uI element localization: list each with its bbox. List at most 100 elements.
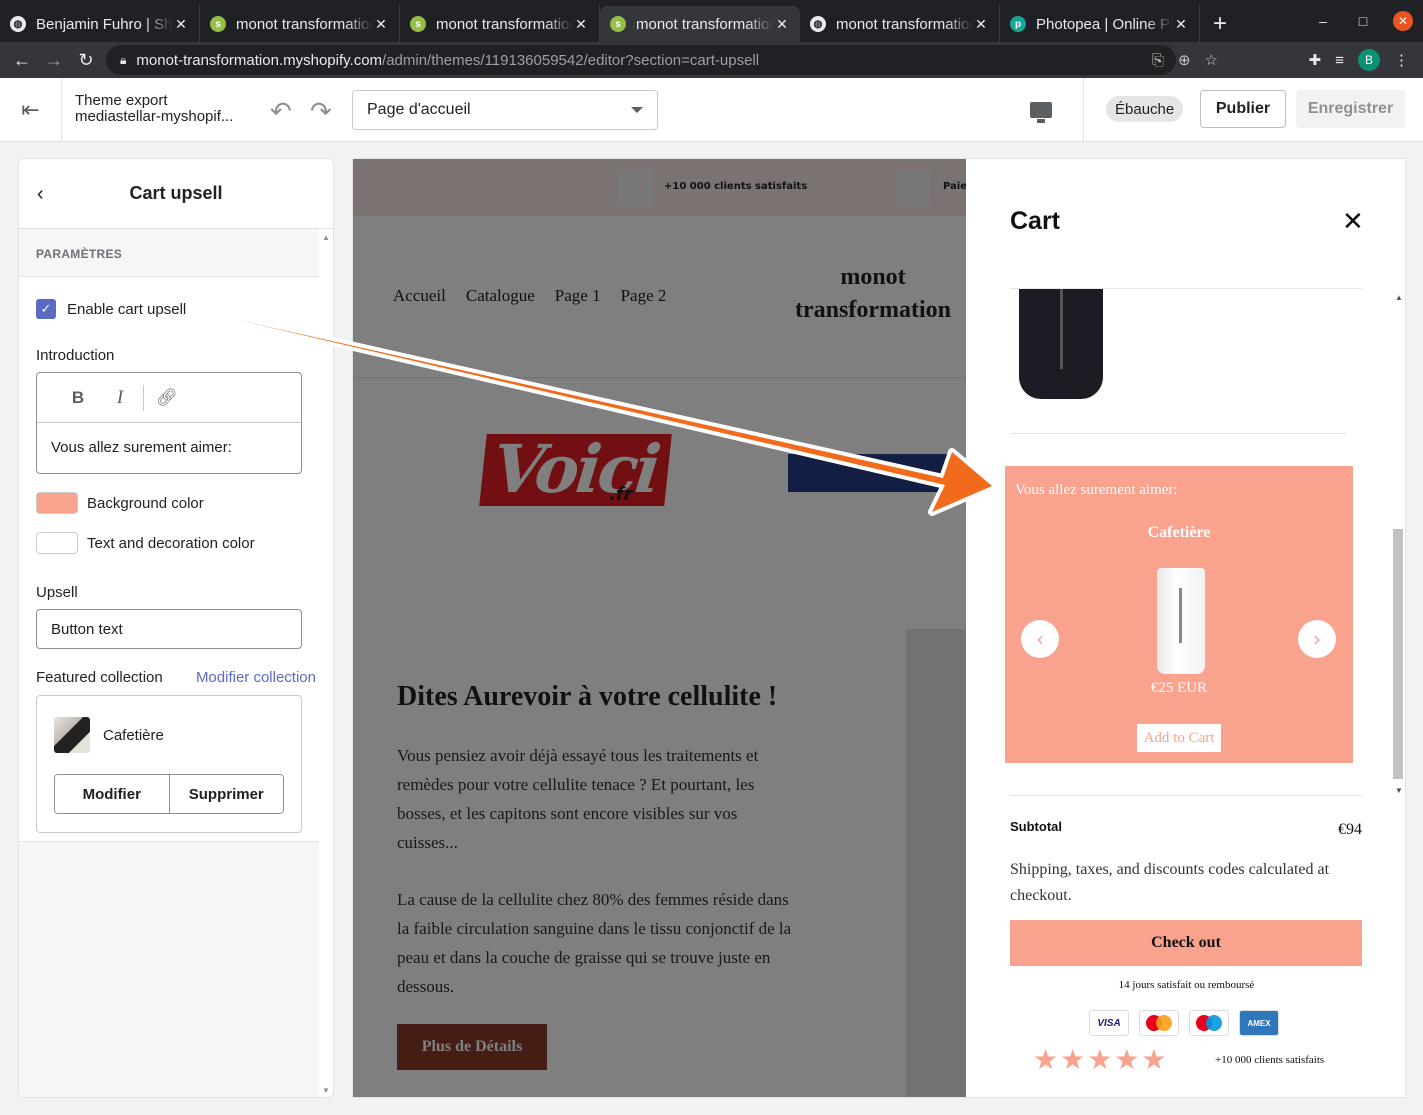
url-path: /admin/themes/119136059542/editor?sectio… (382, 51, 760, 69)
satisfied-customers: +10 000 clients satisfaits (1215, 1054, 1325, 1066)
reading-list-icon[interactable]: ≡ (1335, 52, 1344, 69)
text-color-setting[interactable]: Text and decoration color (36, 532, 316, 554)
background-color-swatch[interactable] (36, 492, 78, 514)
cart-item-image (1019, 289, 1103, 399)
translate-icon[interactable]: ⎘ (1152, 52, 1164, 69)
profile-avatar[interactable]: B (1358, 49, 1380, 71)
tab-title: Benjamin Fuhro | Shopify (36, 15, 173, 33)
zoom-icon[interactable]: ⊕ (1178, 51, 1191, 69)
browser-tab[interactable]: s monot transformation ✕ (400, 6, 600, 42)
checkmark-icon[interactable]: ✓ (36, 299, 56, 319)
minimize-icon[interactable]: – (1303, 13, 1343, 29)
tab-title: monot transformation (836, 15, 973, 33)
browser-tab[interactable]: s monot transformation ✕ (200, 6, 400, 42)
divider (143, 384, 144, 411)
collection-actions: Modifier Supprimer (54, 774, 284, 814)
close-tab-icon[interactable]: ✕ (1173, 16, 1189, 33)
scroll-up-icon[interactable]: ▲ (322, 233, 330, 242)
divider (1083, 78, 1084, 141)
background-color-setting[interactable]: Background color (36, 492, 316, 514)
add-to-cart-button[interactable]: Add to Cart (1137, 724, 1221, 752)
window-close-icon[interactable]: ✕ (1393, 11, 1413, 31)
upsell-intro: Vous allez surement aimer: (1015, 482, 1178, 498)
rte-toolbar: B I 🔗︎ (37, 373, 301, 423)
checkout-button[interactable]: Check out (1010, 920, 1362, 966)
editor-topbar: ⇤ Theme export mediastellar-myshopif... … (0, 78, 1423, 142)
introduction-text[interactable]: Vous allez surement aimer: (37, 423, 301, 472)
payment-icons: VISA AMEX (1089, 1010, 1279, 1036)
reload-icon[interactable]: ↻ (70, 50, 102, 71)
modify-collection-link[interactable]: Modifier collection (196, 669, 316, 686)
chevron-right-icon[interactable]: › (1298, 620, 1336, 658)
back-icon[interactable]: ← (6, 50, 38, 71)
sidebar-scrollbar[interactable]: ▲ ▼ (319, 229, 333, 1097)
page-select-value: Page d'accueil (367, 101, 471, 118)
upsell-label: Upsell (36, 584, 78, 601)
window-controls: – □ ✕ (1303, 0, 1423, 42)
page-select[interactable]: Page d'accueil (352, 90, 658, 130)
undo-icon[interactable]: ↶ (270, 96, 292, 127)
exit-editor-button[interactable]: ⇤ (0, 78, 62, 141)
menu-icon[interactable]: ⋮ (1394, 51, 1409, 69)
close-tab-icon[interactable]: ✕ (173, 16, 189, 33)
browser-tab[interactable]: p Photopea | Online Photo Editor ✕ (1000, 6, 1200, 42)
introduction-editor[interactable]: B I 🔗︎ Vous allez surement aimer: (36, 372, 302, 474)
close-tab-icon[interactable]: ✕ (573, 16, 589, 33)
enable-cart-upsell-checkbox[interactable]: ✓ Enable cart upsell (36, 299, 316, 319)
visa-icon: VISA (1089, 1010, 1129, 1036)
shopify-icon: s (210, 16, 226, 32)
upsell-product-image[interactable] (1157, 568, 1205, 674)
guarantee-text: 14 jours satisfait ou remboursé (1118, 979, 1255, 991)
publish-button[interactable]: Publier (1200, 90, 1286, 128)
modify-button[interactable]: Modifier (55, 775, 169, 813)
globe-icon: ◍ (810, 16, 826, 32)
text-color-label: Text and decoration color (87, 534, 255, 552)
save-button[interactable]: Enregistrer (1296, 90, 1405, 128)
close-tab-icon[interactable]: ✕ (774, 16, 790, 33)
cart-title: Cart (1010, 207, 1061, 235)
cart-scrollbar[interactable]: ▲ ▼ (1391, 289, 1405, 799)
exit-icon: ⇤ (21, 96, 40, 122)
bookmark-star-icon[interactable]: ☆ (1205, 51, 1218, 69)
scroll-down-icon[interactable]: ▼ (1395, 786, 1403, 795)
text-color-swatch[interactable] (36, 532, 78, 554)
bold-button[interactable]: B (57, 388, 99, 408)
caret-down-icon (631, 107, 643, 113)
photopea-icon: p (1010, 16, 1026, 32)
collection-item: Cafetière (54, 696, 284, 774)
storefront-page: +10 000 clients satisfaits Paie Accueil … (353, 159, 967, 1097)
rating-stars-icon: ★★★★★ (1033, 1043, 1169, 1076)
cart-overlay[interactable] (353, 159, 966, 1097)
browser-tab[interactable]: ◍ Benjamin Fuhro | Shopify ✕ (0, 6, 200, 42)
background-color-label: Background color (87, 494, 204, 512)
browser-toolbar: ← → ↻ 🔒︎ monot-transformation.myshopify.… (0, 42, 1423, 78)
close-icon[interactable]: ✕ (1342, 209, 1364, 235)
upsell-product-name[interactable]: Cafetière (1005, 524, 1353, 542)
link-icon[interactable]: 🔗︎ (146, 388, 188, 408)
introduction-label: Introduction (36, 347, 115, 364)
scrollbar-thumb[interactable] (1393, 529, 1403, 779)
new-tab-button[interactable]: + (1200, 6, 1240, 42)
redo-icon[interactable]: ↷ (310, 96, 332, 127)
chevron-left-icon[interactable]: ‹ (1021, 620, 1059, 658)
close-tab-icon[interactable]: ✕ (373, 16, 389, 33)
desktop-preview-icon[interactable] (1026, 96, 1056, 124)
browser-tab-bar: ◍ Benjamin Fuhro | Shopify ✕ s monot tra… (0, 0, 1423, 42)
browser-tab-active[interactable]: s monot transformation ✕ (600, 6, 800, 42)
address-bar[interactable]: 🔒︎ monot-transformation.myshopify.com/ad… (106, 45, 1176, 75)
tab-title: monot transformation (236, 15, 373, 33)
sidebar-title: Cart upsell (129, 183, 223, 203)
tab-title: monot transformation (636, 15, 774, 33)
close-tab-icon[interactable]: ✕ (973, 16, 989, 33)
button-text-input[interactable]: Button text (36, 609, 302, 649)
browser-tab[interactable]: ◍ monot transformation ✕ (800, 6, 1000, 42)
shipping-note: Shipping, taxes, and discounts codes cal… (1010, 861, 1330, 904)
extensions-icon[interactable]: ✚ (1309, 51, 1322, 69)
scroll-up-icon[interactable]: ▲ (1395, 293, 1403, 302)
forward-icon[interactable]: → (38, 50, 70, 71)
maximize-icon[interactable]: □ (1343, 13, 1383, 29)
scroll-down-icon[interactable]: ▼ (322, 1086, 330, 1095)
amex-icon: AMEX (1239, 1010, 1279, 1036)
italic-button[interactable]: I (99, 387, 141, 409)
delete-button[interactable]: Supprimer (168, 775, 283, 813)
